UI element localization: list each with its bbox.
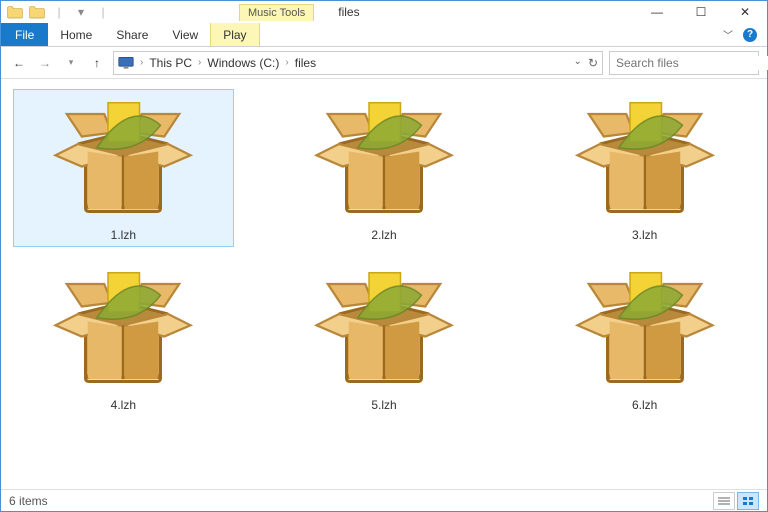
breadcrumb-item[interactable]: This PC <box>149 56 192 70</box>
quick-access-toolbar: | ▾ | <box>1 2 113 22</box>
breadcrumb-sep[interactable]: › <box>283 57 290 68</box>
window-title: files <box>338 5 359 19</box>
qat-separator: | <box>49 2 69 22</box>
close-button[interactable]: ✕ <box>723 1 767 23</box>
nav-bar: ← → ▾ ↑ › This PC › Windows (C:) › files… <box>1 47 767 79</box>
tab-share[interactable]: Share <box>104 23 160 46</box>
titlebar: | ▾ | Music Tools files — ☐ ✕ <box>1 1 767 23</box>
file-label: 2.lzh <box>371 228 396 242</box>
archive-icon <box>570 94 720 224</box>
archive-icon <box>570 264 720 394</box>
archive-icon <box>48 94 198 224</box>
forward-button[interactable]: → <box>35 53 55 73</box>
status-bar: 6 items <box>1 489 767 511</box>
file-label: 1.lzh <box>111 228 136 242</box>
contextual-tab-label: Music Tools <box>239 4 314 21</box>
file-label: 4.lzh <box>111 398 136 412</box>
search-input[interactable] <box>616 56 768 70</box>
file-item[interactable]: 6.lzh <box>534 259 755 417</box>
view-largeicons-button[interactable] <box>737 492 759 510</box>
explorer-window: | ▾ | Music Tools files — ☐ ✕ File Home … <box>0 0 768 512</box>
refresh-icon[interactable]: ↻ <box>588 56 598 70</box>
file-item[interactable]: 2.lzh <box>274 89 495 247</box>
qat-divider: | <box>93 2 113 22</box>
tab-file[interactable]: File <box>1 23 48 46</box>
tab-play[interactable]: Play <box>210 23 259 46</box>
file-grid: 1.lzh 2.lzh 3.lzh 4.lzh 5.lzh 6.lzh <box>13 89 755 417</box>
file-item[interactable]: 1.lzh <box>13 89 234 247</box>
file-label: 6.lzh <box>632 398 657 412</box>
breadcrumb-sep[interactable]: › <box>196 57 203 68</box>
folder-icon[interactable] <box>5 2 25 22</box>
status-item-count: 6 items <box>9 494 48 508</box>
monitor-icon <box>118 56 134 70</box>
ribbon-tabs: File Home Share View Play ﹀ ? <box>1 23 767 47</box>
qat-new-icon[interactable]: ▾ <box>71 2 91 22</box>
up-button[interactable]: ↑ <box>87 53 107 73</box>
ribbon-expand-icon[interactable]: ﹀ <box>723 27 733 42</box>
breadcrumb-item[interactable]: Windows (C:) <box>207 56 279 70</box>
maximize-button[interactable]: ☐ <box>679 1 723 23</box>
archive-icon <box>309 264 459 394</box>
tab-home[interactable]: Home <box>48 23 104 46</box>
breadcrumb-item[interactable]: files <box>295 56 316 70</box>
view-details-button[interactable] <box>713 492 735 510</box>
back-button[interactable]: ← <box>9 53 29 73</box>
search-box[interactable]: 🔍 <box>609 51 759 75</box>
recent-dropdown[interactable]: ▾ <box>61 53 81 73</box>
file-label: 3.lzh <box>632 228 657 242</box>
tab-view[interactable]: View <box>160 23 210 46</box>
archive-icon <box>48 264 198 394</box>
file-item[interactable]: 5.lzh <box>274 259 495 417</box>
breadcrumb-sep[interactable]: › <box>138 57 145 68</box>
minimize-button[interactable]: — <box>635 1 679 23</box>
file-item[interactable]: 3.lzh <box>534 89 755 247</box>
content-pane[interactable]: 1.lzh 2.lzh 3.lzh 4.lzh 5.lzh 6.lzh <box>1 79 767 489</box>
window-controls: — ☐ ✕ <box>635 1 767 23</box>
file-label: 5.lzh <box>371 398 396 412</box>
properties-icon[interactable] <box>27 2 47 22</box>
file-item[interactable]: 4.lzh <box>13 259 234 417</box>
address-bar[interactable]: › This PC › Windows (C:) › files ⌄ ↻ <box>113 51 603 75</box>
help-icon[interactable]: ? <box>743 28 757 42</box>
archive-icon <box>309 94 459 224</box>
address-dropdown-icon[interactable]: ⌄ <box>574 56 582 70</box>
